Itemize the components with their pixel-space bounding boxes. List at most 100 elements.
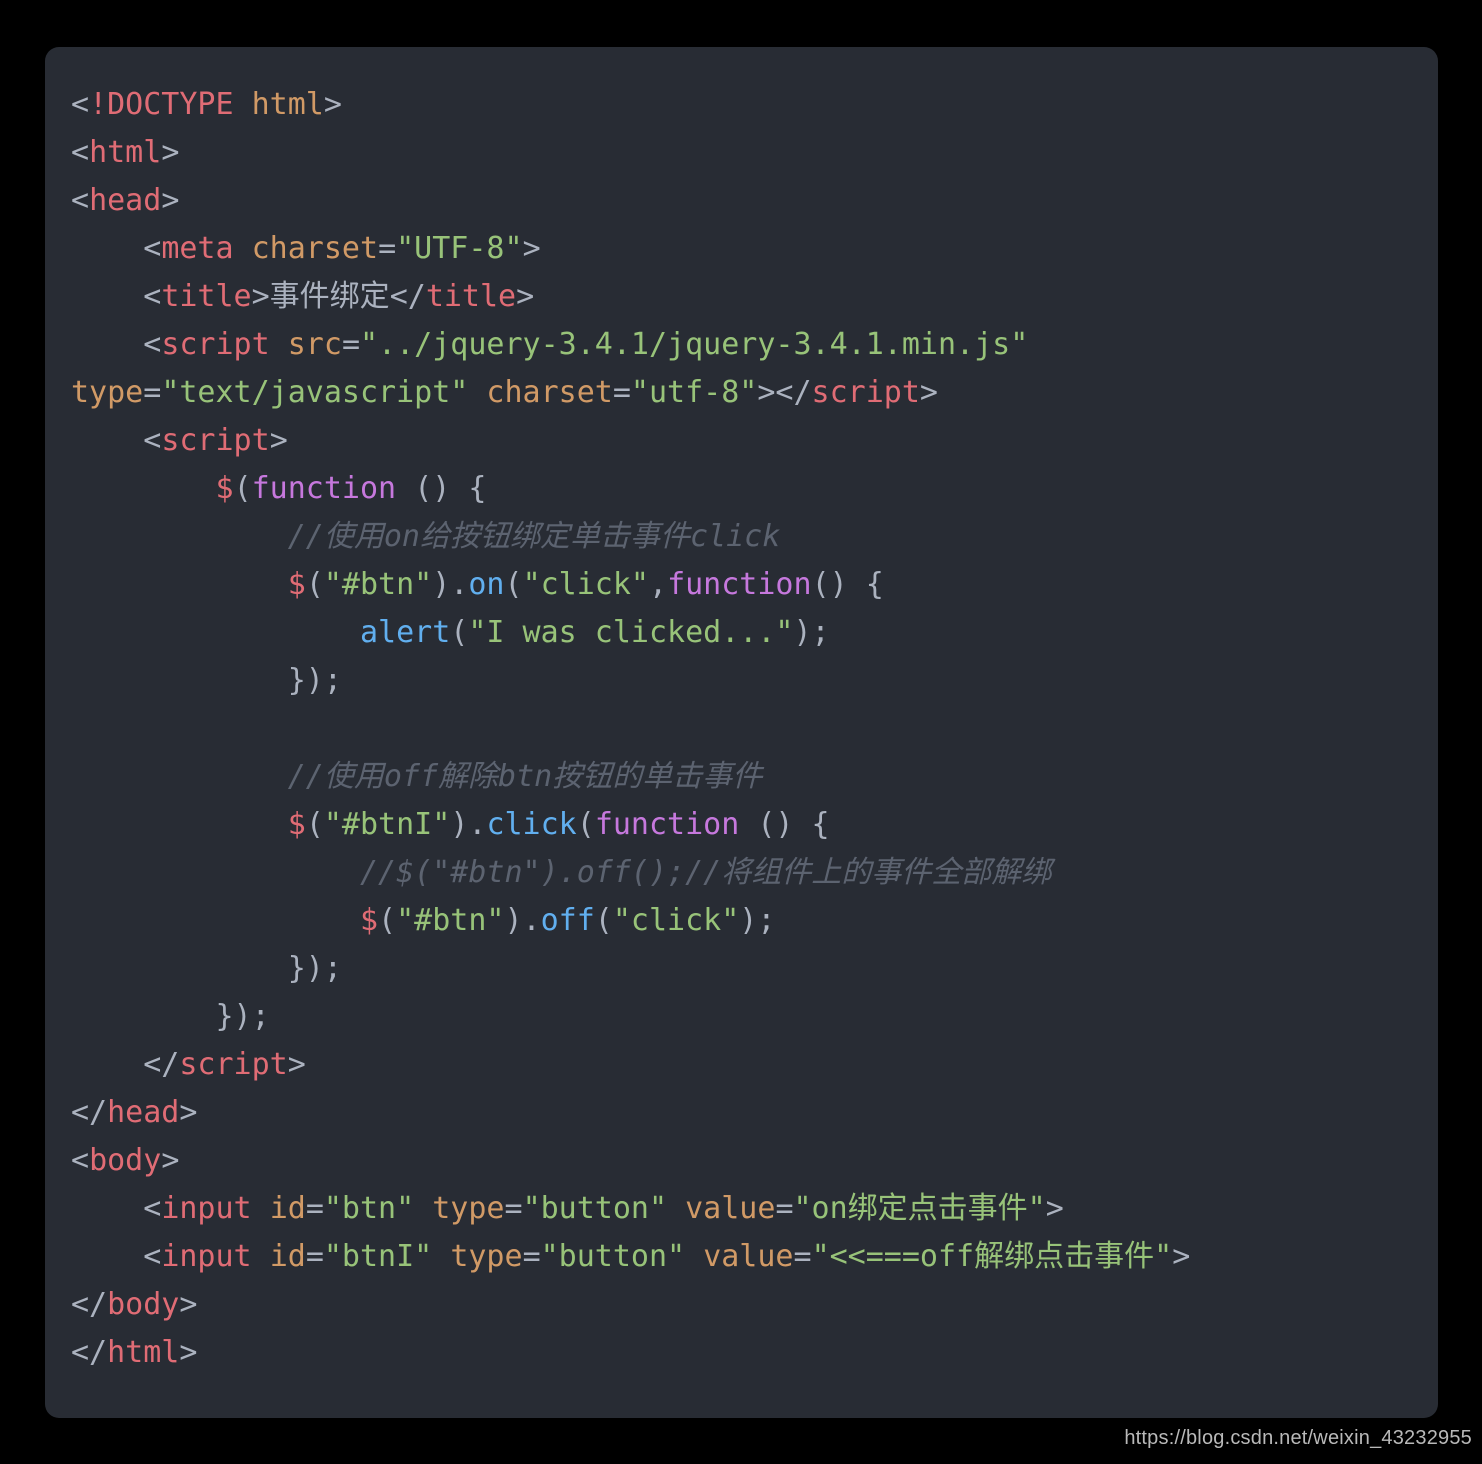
code-token-punct: > xyxy=(179,1095,198,1130)
code-token-str: "#btn" xyxy=(396,903,505,938)
code-token-punct: > xyxy=(1172,1239,1191,1274)
code-line: <head> xyxy=(71,177,1412,225)
code-token-tag: html xyxy=(89,135,162,170)
code-token-punct: ( xyxy=(594,903,613,938)
code-token-punct: > xyxy=(269,423,288,458)
code-token-punct: ( xyxy=(305,567,324,602)
code-token-punct: , xyxy=(649,567,668,602)
code-token-method: alert xyxy=(359,615,451,650)
code-line: //使用off解除btn按钮的单击事件 xyxy=(71,753,1412,801)
code-token-punct: </ xyxy=(389,279,426,314)
code-token-attr: type xyxy=(71,375,144,410)
code-token-str: "button" xyxy=(522,1191,668,1226)
code-token-punct: = xyxy=(305,1239,324,1274)
code-token-str: "UTF-8" xyxy=(396,231,523,266)
code-line: //$("#btn").off();//将组件上的事件全部解绑 xyxy=(71,849,1412,897)
code-token-punct: ( xyxy=(450,615,469,650)
code-token-punct: > xyxy=(179,1287,198,1322)
code-token-punct: > xyxy=(287,1047,306,1082)
code-token-punct: < xyxy=(71,183,90,218)
code-token-punct: () { xyxy=(414,471,487,506)
code-token-tag: script xyxy=(161,423,270,458)
code-token-punct: ); xyxy=(793,615,830,650)
code-token-kw: function xyxy=(594,807,740,842)
code-token-attr: value xyxy=(703,1239,794,1274)
code-token-punct: > xyxy=(757,375,776,410)
code-token-punct: }); xyxy=(287,951,342,986)
code-token-punct: > xyxy=(919,375,938,410)
code-token-tag: script xyxy=(161,327,270,362)
code-line: <title>事件绑定</title> xyxy=(71,273,1412,321)
code-token-attr: id xyxy=(269,1239,306,1274)
code-token-kw: function xyxy=(251,471,397,506)
code-line: alert("I was clicked..."); xyxy=(71,609,1412,657)
code-token-punct: }); xyxy=(287,663,342,698)
code-line: </head> xyxy=(71,1089,1412,1137)
code-token-punct: < xyxy=(143,231,162,266)
code-line: <html> xyxy=(71,129,1412,177)
code-token-punct: ). xyxy=(432,567,469,602)
code-line: </script> xyxy=(71,1041,1412,1089)
code-token-tag: input xyxy=(161,1191,252,1226)
code-token-sigil: $ xyxy=(287,807,306,842)
code-token-cmt: //使用off解除btn按钮的单击事件 xyxy=(287,759,763,794)
code-token-cmt: //$("#btn").off();//将组件上的事件全部解绑 xyxy=(359,855,1052,890)
code-line: $("#btnI").click(function () { xyxy=(71,801,1412,849)
code-line: <script> xyxy=(71,417,1412,465)
code-token-punct: > xyxy=(161,183,180,218)
code-token-punct: </ xyxy=(71,1095,108,1130)
code-token-punct: < xyxy=(143,1239,162,1274)
code-line: }); xyxy=(71,657,1412,705)
code-token-str: "<<===off解绑点击事件" xyxy=(811,1239,1173,1274)
code-token-tag: head xyxy=(89,183,162,218)
code-token-attr: type xyxy=(432,1191,505,1226)
code-token-punct: = xyxy=(793,1239,812,1274)
code-token-punct: () { xyxy=(757,807,830,842)
code-token-method: off xyxy=(540,903,595,938)
code-line: </body> xyxy=(71,1281,1412,1329)
code-token-attr: html xyxy=(251,87,324,122)
code-token-str: "btnI" xyxy=(323,1239,433,1274)
code-token-punct: < xyxy=(143,279,162,314)
code-token-punct: > xyxy=(179,1335,198,1370)
code-token-punct: ( xyxy=(305,807,324,842)
code-line: $(function () { xyxy=(71,465,1412,513)
code-token-punct: </ xyxy=(143,1047,180,1082)
code-token-tag: title xyxy=(425,279,517,314)
code-token-punct: < xyxy=(143,1191,162,1226)
code-line: //使用on给按钮绑定单击事件click xyxy=(71,513,1412,561)
code-token-str: "button" xyxy=(540,1239,686,1274)
code-token-attr: charset xyxy=(251,231,379,266)
code-listing[interactable]: <!DOCTYPE html> <html> <head> <meta char… xyxy=(71,81,1412,1377)
code-token-tag: script xyxy=(811,375,920,410)
code-token-punct: ( xyxy=(233,471,252,506)
code-token-attr: type xyxy=(450,1239,523,1274)
code-token-punct: </ xyxy=(775,375,812,410)
code-line: <input id="btnI" type="button" value="<<… xyxy=(71,1233,1412,1281)
code-token-cmt: //使用on给按钮绑定单击事件click xyxy=(287,519,781,554)
code-token-punct: ( xyxy=(378,903,397,938)
code-token-punct: > xyxy=(161,135,180,170)
code-line: <meta charset="UTF-8"> xyxy=(71,225,1412,273)
code-token-attr: id xyxy=(269,1191,306,1226)
code-line: }); xyxy=(71,945,1412,993)
csdn-watermark: https://blog.csdn.net/weixin_43232955 xyxy=(1124,1427,1472,1449)
code-line: <body> xyxy=(71,1137,1412,1185)
code-token-tag: body xyxy=(89,1143,162,1178)
code-token-sigil: $ xyxy=(287,567,306,602)
